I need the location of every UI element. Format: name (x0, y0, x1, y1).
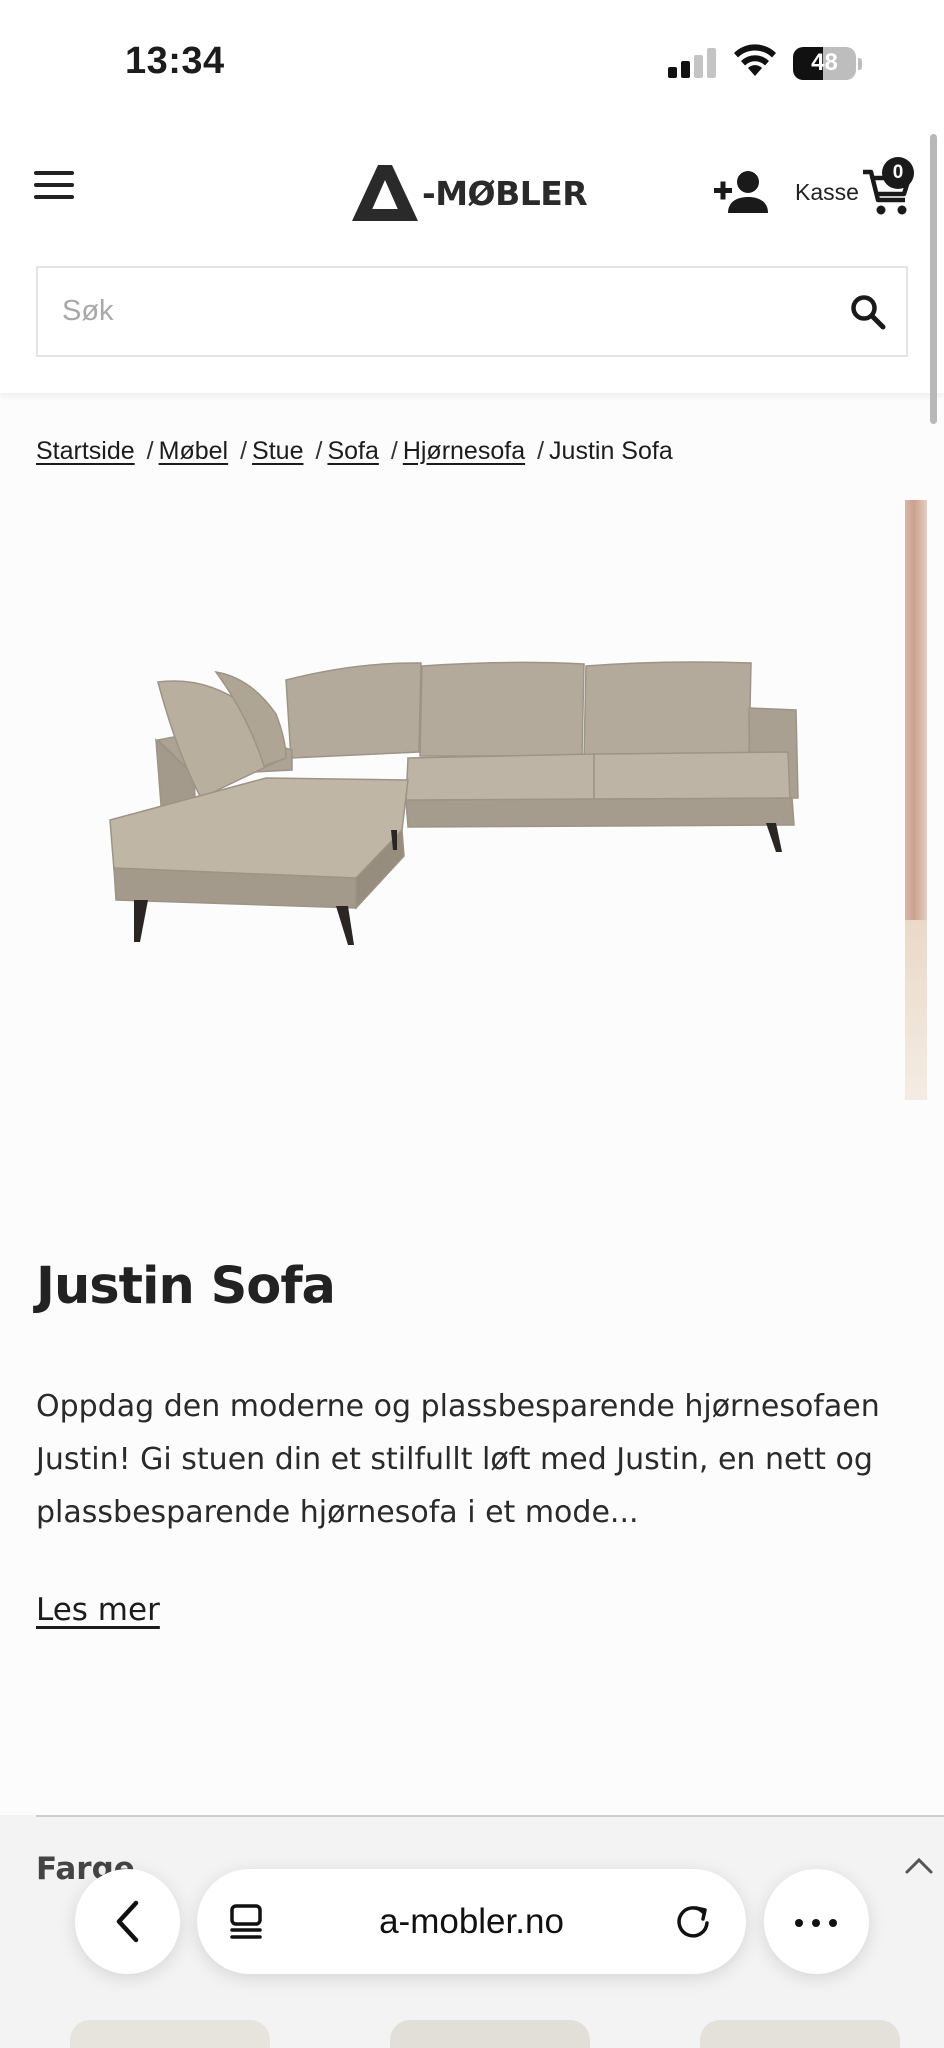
accordion-divider (36, 1815, 944, 1817)
breadcrumb-separator: / (240, 437, 248, 465)
product-title: Justin Sofa (36, 1257, 336, 1316)
color-swatch[interactable] (70, 2020, 270, 2048)
logo-text: -MØBLER (422, 173, 588, 213)
tabs-icon[interactable] (227, 1902, 267, 1942)
color-swatch[interactable] (700, 2020, 900, 2048)
product-description: Oppdag den moderne og plassbesparende hj… (36, 1389, 880, 1530)
product-gallery (0, 500, 944, 1105)
cart-label: Kasse (795, 178, 859, 205)
breadcrumb-separator: / (146, 437, 154, 465)
status-bar: 13:34 48 (0, 0, 944, 125)
color-swatch[interactable] (390, 2020, 590, 2048)
breadcrumb-separator: / (537, 437, 545, 465)
status-time: 13:34 (125, 40, 225, 82)
battery-indicator: 48 (793, 47, 856, 80)
breadcrumb-link-startside[interactable]: Startside (36, 437, 135, 465)
add-user-icon[interactable] (714, 169, 768, 215)
chevron-up-icon[interactable] (904, 1853, 934, 1877)
breadcrumb-link-stue[interactable]: Stue (252, 437, 303, 465)
breadcrumb-link-mobel[interactable]: Møbel (159, 437, 228, 465)
browser-url[interactable]: a-mobler.no (287, 1869, 656, 1974)
reload-icon[interactable] (672, 1900, 714, 1942)
site-header: -MØBLER Kasse 0 (0, 125, 944, 393)
read-more-link[interactable]: Les mer (36, 1592, 160, 1628)
cellular-signal-icon (668, 48, 720, 78)
battery-percent: 48 (811, 49, 838, 76)
browser-back-button[interactable] (75, 1869, 180, 1974)
ellipsis-icon[interactable] (764, 1869, 869, 1974)
logo-mark-icon (352, 165, 418, 221)
breadcrumb-current: Justin Sofa (549, 437, 673, 465)
wifi-icon (734, 44, 776, 76)
chevron-left-icon (116, 1900, 139, 1943)
hamburger-menu-button[interactable] (34, 169, 76, 201)
next-image-thumbnail[interactable] (905, 500, 927, 1100)
search-box (36, 266, 908, 357)
breadcrumb: Startside / Møbel / Stue / Sofa / Hjørnesofa / Jus… (36, 437, 673, 466)
breadcrumb-link-hjornesofa[interactable]: Hjørnesofa (403, 437, 525, 465)
breadcrumb-separator: / (315, 437, 323, 465)
search-icon[interactable] (848, 292, 888, 332)
search-input[interactable] (62, 268, 842, 355)
breadcrumb-separator: / (390, 437, 398, 465)
product-image-sofa[interactable] (36, 500, 876, 1105)
breadcrumb-link-sofa[interactable]: Sofa (327, 437, 378, 465)
battery-cap (858, 58, 862, 70)
browser-address-bar[interactable]: a-mobler.no (197, 1869, 746, 1974)
site-logo[interactable]: -MØBLER (352, 165, 588, 221)
cart-count-badge: 0 (882, 157, 914, 189)
page-scrollbar[interactable] (930, 134, 937, 424)
